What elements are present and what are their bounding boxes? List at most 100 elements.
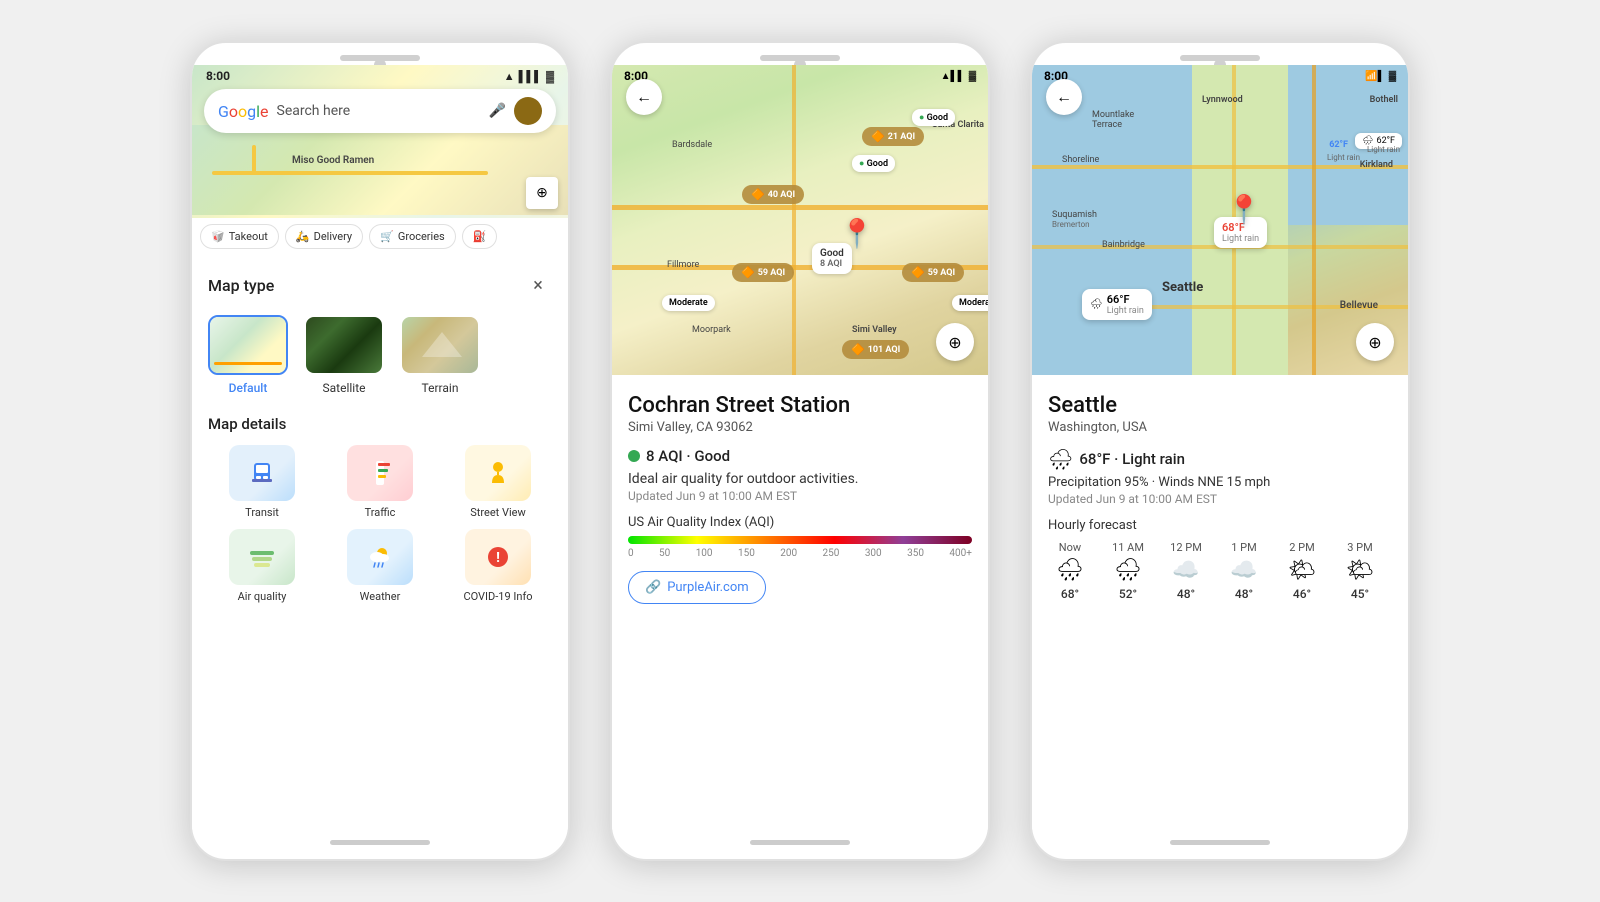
covid-icon: ! [465, 529, 531, 585]
hourly-now: Now 🌧 68° [1048, 541, 1092, 601]
takeout-chip[interactable]: 🥡 Takeout [200, 224, 279, 249]
google-logo: Google [218, 102, 269, 121]
temp-66-badge: 🌧 66°F Light rain [1082, 289, 1152, 320]
bainbridge-label: Bainbridge [1102, 240, 1145, 250]
map-place-label: Miso Good Ramen [292, 155, 374, 166]
aqi-status-row: 8 AQI · Good [628, 447, 972, 465]
phone-2: 8:00 ▲▌▌ ▓ Santa Clarita Bardsdale Fillm… [610, 41, 990, 861]
phone2-bottom [612, 830, 988, 859]
status-bar-3: 8:00 📶▌ ▓ [1032, 65, 1408, 87]
back-button-2[interactable]: ← [626, 79, 662, 115]
seattle-sub: Washington, USA [1048, 420, 1392, 435]
aqi-badge-21: 🔶 21 AQI [862, 127, 924, 146]
status-time: 8:00 [206, 69, 230, 83]
rain-icon: 🌧 [1048, 447, 1073, 471]
map-rain-label: Light rain [1222, 234, 1259, 244]
location-button-2[interactable]: ⊕ [936, 323, 974, 361]
external-link-icon: 🔗 [645, 580, 661, 595]
weather-update-time: Updated Jun 9 at 10:00 AM EST [1048, 492, 1392, 506]
info-panel-2: Cochran Street Station Simi Valley, CA 9… [612, 375, 988, 830]
map-type-default[interactable]: Default [208, 315, 288, 395]
mic-icon[interactable]: 🎤 [489, 103, 506, 119]
hourly-time-0: Now [1059, 541, 1081, 554]
satellite-thumb [304, 315, 384, 375]
status-bar-2: 8:00 ▲▌▌ ▓ [612, 65, 988, 87]
hourly-1pm: 1 PM ☁️ 48° [1222, 541, 1266, 601]
detail-transit[interactable]: Transit [208, 445, 316, 519]
hourly-time-3: 1 PM [1231, 541, 1256, 554]
aqi-scale: 0 50 100 150 200 250 300 350 400+ [628, 548, 972, 559]
status-icons-2: ▲▌▌ ▓ [941, 69, 976, 83]
map-type-options: Default Satellite Terrain [208, 315, 552, 395]
hourly-3pm: 3 PM 🌤 45° [1338, 541, 1382, 601]
search-input[interactable]: Search here [277, 103, 481, 119]
map-road-v1 [792, 65, 796, 375]
seattle-name: Seattle [1048, 393, 1392, 418]
detail-covid[interactable]: ! COVID-19 Info [444, 529, 552, 603]
location-button-3[interactable]: ⊕ [1356, 323, 1394, 361]
map-bg [192, 125, 568, 215]
bothell-label: Bothell [1370, 95, 1398, 105]
precipitation-details: Precipitation 95% · Winds NNE 15 mph [1048, 475, 1392, 490]
place-barsdal: Bardsdale [672, 140, 712, 150]
aqi-color-bar [628, 536, 972, 544]
close-button[interactable]: × [524, 271, 552, 299]
back-button-3[interactable]: ← [1046, 79, 1082, 115]
lynnwood-label: Lynnwood [1202, 95, 1243, 105]
suquamish-label: Suquamish [1052, 210, 1097, 220]
default-label: Default [229, 381, 268, 395]
detail-weather[interactable]: Weather [326, 529, 434, 603]
groceries-chip[interactable]: 🛒 Groceries [369, 224, 456, 249]
phone3-content: 8:00 📶▌ ▓ [1032, 65, 1408, 830]
hourly-temp-0: 68° [1061, 587, 1079, 601]
aqi-value: 8 AQI · Good [646, 447, 730, 465]
moderate-badge-2: Moderate [952, 295, 988, 311]
airquality-label: Air quality [238, 590, 287, 603]
purpleair-button[interactable]: 🔗 PurpleAir.com [628, 571, 766, 604]
shoreline-label: Shoreline [1062, 155, 1099, 165]
map-preview: 8:00 ▲ ▌▌▌ ▓ Miso Good Ramen ⊕ [192, 65, 568, 255]
map-type-satellite[interactable]: Satellite [304, 315, 384, 395]
map-pin-2: 📍 [840, 217, 875, 250]
detail-traffic[interactable]: Traffic [326, 445, 434, 519]
hourly-temp-4: 46° [1293, 587, 1311, 601]
phone3-bottom [1032, 830, 1408, 859]
hourly-temp-2: 48° [1177, 587, 1195, 601]
svg-text:!: ! [496, 550, 500, 566]
map-type-terrain[interactable]: Terrain [400, 315, 480, 395]
traffic-label: Traffic [365, 506, 396, 519]
default-thumb-bg [210, 317, 286, 373]
purpleair-label: PurpleAir.com [667, 580, 748, 595]
place-fillmore: Fillmore [667, 260, 699, 270]
aqi-badge-40: 🔶 40 AQI [742, 185, 804, 204]
aqi-badge-59b: 🔶 59 AQI [902, 263, 964, 282]
battery-3: ▓ [1389, 71, 1396, 82]
light-rain-62: Light rain [1327, 153, 1360, 162]
map-type-title: Map type [208, 276, 274, 295]
aqi-badge-101: 🔶 101 AQI [842, 340, 909, 359]
mountlake-label: MountlakeTerrace [1092, 110, 1134, 130]
light-rain-text-badge: Light rain [1367, 145, 1400, 154]
phone-1: 8:00 ▲ ▌▌▌ ▓ Miso Good Ramen ⊕ [190, 41, 570, 861]
weather-label: Weather [360, 590, 401, 603]
transit-icon [229, 445, 295, 501]
aqi-badge-59a: 🔶 59 AQI [732, 263, 794, 282]
detail-streetview[interactable]: Street View [444, 445, 552, 519]
wifi-icon: ▲ [504, 70, 515, 83]
hourly-time-1: 11 AM [1112, 541, 1144, 554]
airquality-icon [229, 529, 295, 585]
detail-airquality[interactable]: Air quality [208, 529, 316, 603]
delivery-chip[interactable]: 🛵 Delivery [285, 224, 363, 249]
search-bar[interactable]: Google Search here 🎤 [204, 89, 556, 133]
user-avatar[interactable] [514, 97, 542, 125]
gas-chip[interactable]: ⛽ [462, 224, 498, 249]
location-name-2: Cochran Street Station [628, 393, 972, 418]
hourly-icon-1: 🌧 [1114, 558, 1142, 583]
covid-label: COVID-19 Info [463, 590, 532, 603]
hourly-12pm: 12 PM ☁️ 48° [1164, 541, 1208, 601]
transit-label: Transit [245, 506, 279, 519]
good-badge-1: ● Good [912, 109, 955, 126]
map-pin-3: 📍 [1227, 193, 1262, 226]
map-layers-button[interactable]: ⊕ [526, 177, 558, 209]
hourly-icon-2: ☁️ [1172, 558, 1199, 583]
